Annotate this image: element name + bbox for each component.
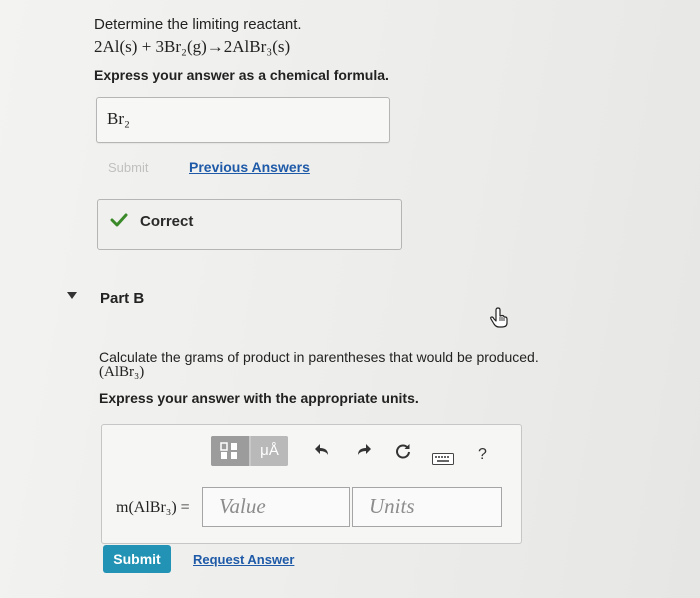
templates-icon (220, 442, 237, 459)
part-b-title[interactable]: Part B (100, 290, 144, 307)
undo-icon[interactable] (314, 443, 330, 457)
math-toolbar: μÅ (211, 436, 288, 466)
collapse-triangle-icon[interactable] (67, 292, 77, 300)
value-input[interactable]: Value (202, 487, 350, 527)
part-b-instruction: Express your answer with the appropriate… (99, 390, 419, 406)
request-answer-link[interactable]: Request Answer (193, 552, 294, 567)
units-symbol-button[interactable]: μÅ (251, 436, 288, 466)
answer-input-panel: μÅ ? m(AlBr₃) = Value Units (101, 424, 522, 544)
part-a-question: Determine the limiting reactant. (94, 16, 302, 33)
units-input[interactable]: Units (352, 487, 502, 527)
value-placeholder: Value (219, 494, 266, 518)
part-b-submit-button[interactable]: Submit (103, 545, 171, 573)
part-b-question: Calculate the grams of product in parent… (99, 349, 539, 365)
units-placeholder: Units (369, 494, 415, 518)
part-a-answer-value: Br₂ (107, 109, 130, 128)
reset-icon[interactable] (395, 443, 411, 459)
check-icon (110, 213, 128, 227)
templates-button[interactable] (211, 436, 249, 466)
feedback-correct-box: Correct (97, 199, 402, 250)
part-a-instruction: Express your answer as a chemical formul… (94, 67, 389, 83)
part-b-product: (AlBr₃) (99, 364, 145, 380)
hand-cursor-icon (490, 307, 508, 328)
feedback-label: Correct (140, 213, 194, 230)
previous-answers-link[interactable]: Previous Answers (189, 159, 310, 175)
redo-icon[interactable] (356, 443, 372, 457)
mass-label: m(AlBr₃) = (116, 499, 190, 516)
reaction-equation: 2Al(s) + 3Br₂(g)→2AlBr₃(s) (94, 37, 291, 56)
help-icon[interactable]: ? (478, 446, 487, 464)
part-a-submit-button[interactable]: Submit (108, 160, 148, 175)
keyboard-icon[interactable] (432, 453, 454, 465)
part-a-answer-box: Br₂ (96, 97, 390, 143)
